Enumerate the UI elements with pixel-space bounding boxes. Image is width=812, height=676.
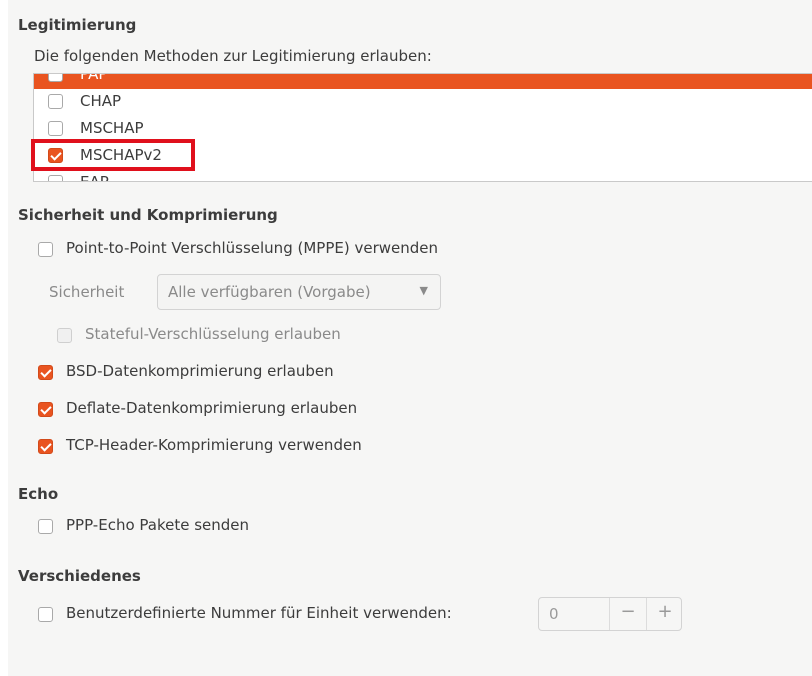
highlight-annotation (31, 139, 195, 171)
stateful-checkbox[interactable] (57, 328, 72, 343)
security-level-label: Sicherheit (49, 283, 125, 301)
tcp-header-checkbox[interactable] (38, 439, 53, 454)
stateful-label: Stateful-Verschlüsselung erlauben (85, 325, 341, 343)
auth-prompt: Die folgenden Methoden zur Legitimierung… (34, 47, 432, 65)
deflate-label: Deflate-Datenkomprimierung erlauben (66, 399, 358, 417)
auth-method-label: EAP (80, 173, 109, 182)
auth-section-title: Legitimierung (18, 16, 137, 34)
auth-method-chap[interactable]: CHAP (34, 89, 812, 116)
tcp-header-label: TCP-Header-Komprimierung verwenden (66, 436, 362, 454)
chap-checkbox[interactable] (48, 94, 63, 109)
unit-number-value[interactable]: 0 (549, 605, 559, 623)
auth-method-label: CHAP (80, 92, 122, 110)
caret-down-icon: ▼ (419, 284, 428, 297)
security-level-value: Alle verfügbaren (Vorgabe) (168, 283, 371, 301)
mppe-label: Point-to-Point Verschlüsselung (MPPE) ve… (66, 239, 438, 257)
unit-number-checkbox[interactable] (38, 607, 53, 622)
auth-method-eap[interactable]: EAP (34, 170, 812, 182)
mppe-checkbox[interactable] (38, 242, 53, 257)
pap-checkbox[interactable] (48, 74, 63, 82)
eap-checkbox[interactable] (48, 175, 63, 181)
auth-method-label: MSCHAP (80, 119, 144, 137)
ppp-echo-label: PPP-Echo Pakete senden (66, 516, 250, 534)
misc-section-title: Verschiedenes (18, 567, 141, 585)
auth-method-label: PAP (80, 73, 108, 83)
auth-method-pap[interactable]: PAP (34, 73, 812, 89)
deflate-checkbox[interactable] (38, 402, 53, 417)
security-level-dropdown[interactable]: Alle verfügbaren (Vorgabe) ▼ (157, 274, 441, 310)
bsd-checkbox[interactable] (38, 365, 53, 380)
ppp-echo-checkbox[interactable] (38, 519, 53, 534)
bsd-label: BSD-Datenkomprimierung erlauben (66, 362, 334, 380)
unit-number-spinbutton[interactable]: 0 − + (538, 597, 682, 631)
mschap-checkbox[interactable] (48, 121, 63, 136)
unit-number-label: Benutzerdefinierte Nummer für Einheit ve… (66, 604, 452, 622)
increment-button[interactable]: + (647, 601, 683, 622)
echo-section-title: Echo (18, 485, 59, 503)
security-section-title: Sicherheit und Komprimierung (18, 206, 278, 224)
decrement-button[interactable]: − (610, 601, 646, 622)
